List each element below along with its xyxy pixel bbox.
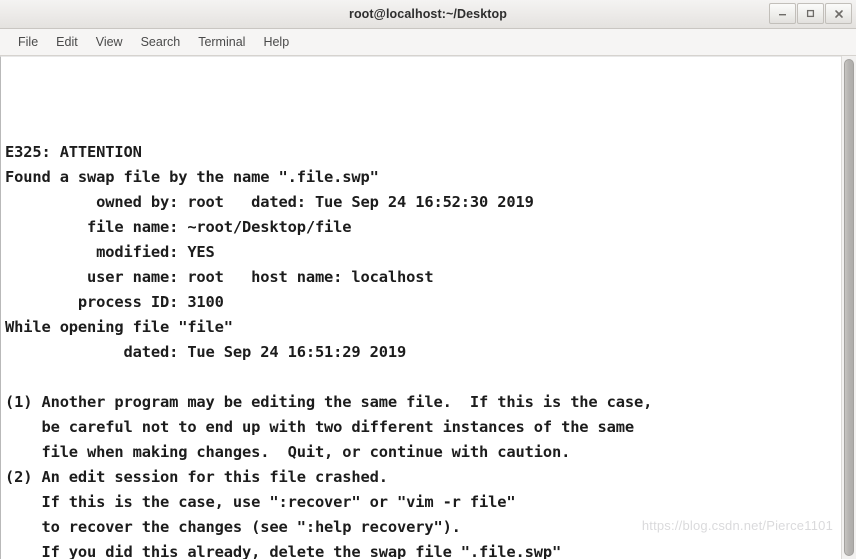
window-title: root@localhost:~/Desktop bbox=[348, 7, 507, 21]
maximize-icon bbox=[806, 9, 815, 18]
terminal-window: root@localhost:~/Desktop File Edit View bbox=[0, 0, 856, 559]
window-controls bbox=[769, 3, 852, 24]
menu-item-search[interactable]: Search bbox=[132, 33, 190, 51]
terminal-output-pane[interactable]: E325: ATTENTION Found a swap file by the… bbox=[0, 56, 841, 559]
menu-item-file[interactable]: File bbox=[9, 33, 47, 51]
terminal-area: E325: ATTENTION Found a swap file by the… bbox=[0, 56, 856, 559]
close-button[interactable] bbox=[825, 3, 852, 24]
menu-item-view[interactable]: View bbox=[87, 33, 132, 51]
minimize-button[interactable] bbox=[769, 3, 796, 24]
minimize-icon bbox=[779, 14, 786, 16]
menu-bar: File Edit View Search Terminal Help bbox=[0, 29, 856, 56]
close-icon bbox=[834, 9, 843, 18]
maximize-button[interactable] bbox=[797, 3, 824, 24]
vertical-scrollbar[interactable] bbox=[841, 56, 856, 559]
scrollbar-thumb[interactable] bbox=[844, 59, 854, 556]
terminal-output-text: E325: ATTENTION Found a swap file by the… bbox=[5, 143, 653, 559]
menu-item-edit[interactable]: Edit bbox=[47, 33, 87, 51]
menu-item-terminal[interactable]: Terminal bbox=[189, 33, 254, 51]
title-bar[interactable]: root@localhost:~/Desktop bbox=[0, 0, 856, 29]
menu-item-help[interactable]: Help bbox=[254, 33, 298, 51]
